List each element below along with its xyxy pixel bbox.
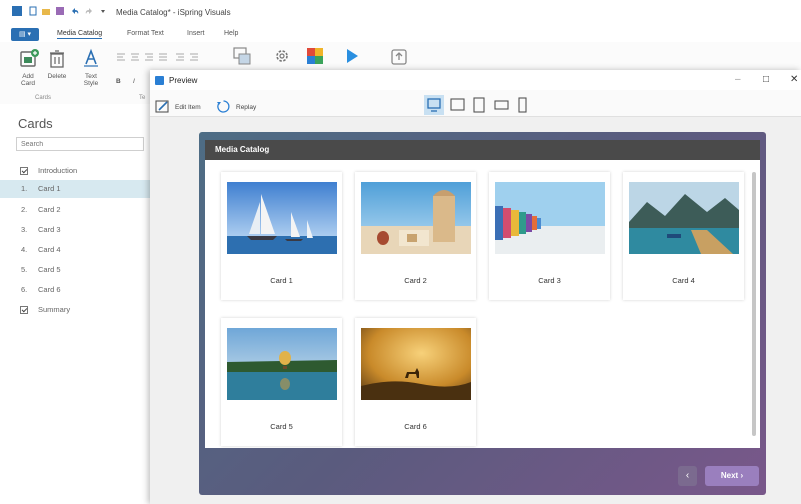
sidebar-item-number: 5.	[21, 265, 28, 274]
sidebar-item-label: Card 4	[38, 245, 61, 254]
card-3[interactable]: Card 3	[489, 172, 610, 300]
sidebar-item-summary[interactable]: Summary	[0, 301, 150, 319]
sidebar-item-label: Introduction	[38, 166, 78, 175]
ribbon-tabs	[0, 26, 801, 42]
add-card-label[interactable]: Add Card	[16, 73, 40, 87]
sidebar-item-label: Card 3	[38, 225, 61, 234]
theme-colors-icon[interactable]	[306, 47, 324, 65]
italic-button[interactable]: I	[133, 78, 135, 85]
preview-title: Preview	[169, 76, 198, 85]
card-caption: Card 1	[270, 276, 293, 285]
sidebar-item-number: 1.	[21, 184, 28, 193]
card-caption: Card 2	[404, 276, 427, 285]
paragraph-align-icons[interactable]	[116, 52, 212, 62]
window-title: Media Catalog* - iSpring Visuals	[116, 8, 231, 17]
slide-header: Media Catalog	[205, 140, 760, 160]
card-4[interactable]: Card 4	[623, 172, 744, 300]
card-2[interactable]: Card 2	[355, 172, 476, 300]
card-caption: Card 3	[538, 276, 561, 285]
slide-body: Card 1 Card 2 Card 3 Card 4 Card 5 Card …	[205, 160, 760, 448]
save-icon[interactable]	[55, 6, 65, 16]
deer-sunset-image	[361, 328, 471, 400]
sidebar-item-card-3[interactable]: 3. Card 3	[0, 221, 150, 239]
open-folder-icon[interactable]	[41, 6, 51, 16]
preview-play-icon[interactable]	[343, 47, 361, 65]
sidebar-item-label: Card 6	[38, 285, 61, 294]
card-1[interactable]: Card 1	[221, 172, 342, 300]
tab-insert[interactable]: Insert	[187, 30, 205, 37]
app-logo-icon	[12, 6, 22, 16]
tab-format-text[interactable]: Format Text	[127, 30, 164, 37]
sailboats-image	[227, 182, 337, 254]
card-caption: Card 4	[672, 276, 695, 285]
minimize-button[interactable]: –	[735, 74, 741, 85]
new-file-icon[interactable]	[28, 6, 38, 16]
beach-huts-image	[495, 182, 605, 254]
sidebar-item-label: Card 2	[38, 205, 61, 214]
sidebar-item-introduction[interactable]: Introduction	[0, 162, 150, 180]
undo-icon[interactable]	[70, 6, 80, 16]
sidebar-item-card-6[interactable]: 6. Card 6	[0, 281, 150, 299]
tab-media-catalog[interactable]: Media Catalog	[57, 30, 103, 39]
card-5[interactable]: Card 5	[221, 318, 342, 446]
trash-icon[interactable]	[48, 49, 66, 69]
previous-button[interactable]: ‹	[678, 466, 697, 486]
redo-icon[interactable]	[84, 6, 94, 16]
sidebar-item-card-5[interactable]: 5. Card 5	[0, 261, 150, 279]
maximize-button[interactable]: □	[763, 74, 769, 85]
customize-toolbar-icon[interactable]	[98, 6, 108, 16]
phone-landscape-device-button	[494, 100, 509, 110]
preview-title-bar: Preview – □ ✕	[150, 70, 801, 90]
desktop-device-button	[424, 95, 444, 115]
tablet-portrait-device-button	[473, 97, 485, 113]
checkbox-icon[interactable]	[20, 167, 28, 175]
add-card-icon[interactable]	[18, 48, 40, 70]
sidebar-item-label: Card 5	[38, 265, 61, 274]
sidebar-item-card-1[interactable]: 1. Card 1	[0, 180, 150, 198]
sidebar-item-card-4[interactable]: 4. Card 4	[0, 241, 150, 259]
settings-gear-icon[interactable]	[273, 47, 291, 65]
sidebar-item-label: Card 1	[38, 184, 61, 193]
sidebar-item-number: 6.	[21, 285, 28, 294]
text-style-icon[interactable]	[82, 48, 100, 68]
tablet-landscape-device-button	[450, 98, 465, 111]
replay-label[interactable]: Replay	[236, 104, 256, 111]
image-layout-icon[interactable]	[233, 47, 251, 65]
sidebar-item-label: Summary	[38, 305, 71, 314]
bold-button[interactable]: B	[116, 78, 121, 85]
file-menu-button[interactable]: ▤ ▾	[11, 28, 39, 41]
checkbox-icon[interactable]	[20, 306, 28, 314]
card-caption: Card 6	[404, 422, 427, 431]
text-style-label[interactable]: Text Style	[78, 73, 104, 87]
edit-item-icon[interactable]	[155, 99, 170, 114]
sidebar-item-number: 3.	[21, 225, 28, 234]
close-button[interactable]: ✕	[790, 74, 798, 85]
sidebar-item-number: 4.	[21, 245, 28, 254]
lake-pier-image	[629, 182, 739, 254]
search-input[interactable]	[16, 137, 144, 151]
sidebar-item-card-2[interactable]: 2. Card 2	[0, 201, 150, 219]
hot-air-balloon-image	[227, 328, 337, 400]
group-label-cards: Cards	[35, 95, 52, 101]
preview-app-icon	[155, 76, 164, 85]
replay-icon[interactable]	[216, 99, 231, 114]
title-bar: Media Catalog* - iSpring Visuals	[0, 0, 801, 26]
next-button[interactable]: Next ›	[705, 466, 759, 486]
scrollbar[interactable]	[752, 172, 756, 436]
sidebar-item-number: 2.	[21, 205, 28, 214]
tab-help[interactable]: Help	[224, 30, 238, 37]
publish-icon[interactable]	[389, 47, 409, 67]
cards-panel-title: Cards	[18, 116, 53, 131]
card-6[interactable]: Card 6	[355, 318, 476, 446]
delete-label[interactable]: Delete	[43, 73, 71, 80]
santorini-building-image	[361, 182, 471, 254]
device-switcher	[424, 95, 527, 115]
edit-item-label[interactable]: Edit Item	[175, 104, 201, 111]
card-caption: Card 5	[270, 422, 293, 431]
phone-portrait-device-button	[518, 97, 527, 113]
group-label-text: Te	[139, 95, 146, 101]
